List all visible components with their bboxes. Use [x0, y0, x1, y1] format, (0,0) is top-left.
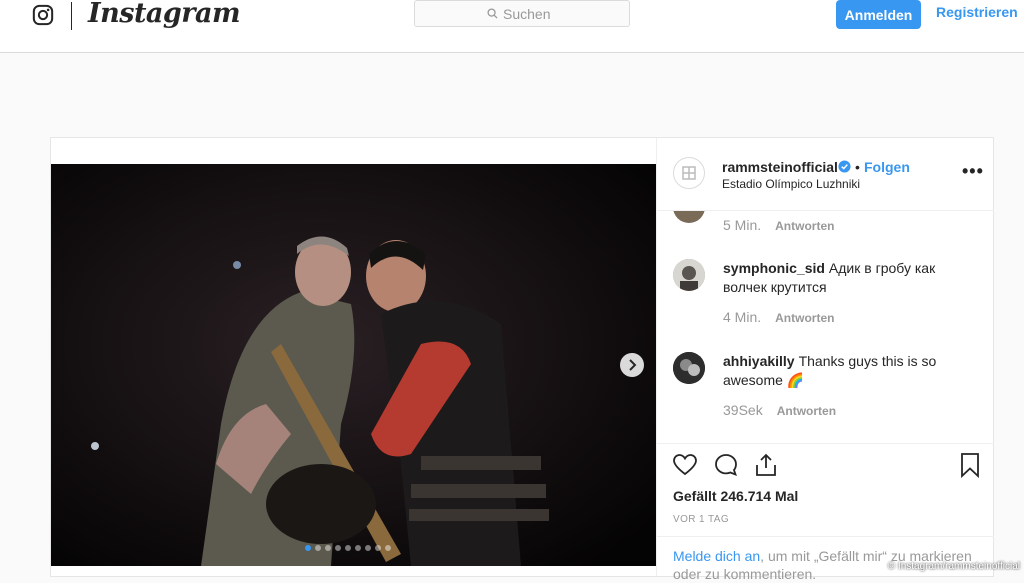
bookmark-icon[interactable]: [957, 452, 983, 478]
post-sidebar: rammsteinofficial • Folgen Estadio Olímp…: [656, 138, 994, 582]
carousel-dot: [325, 545, 331, 551]
post-location[interactable]: Estadio Olímpico Luzhniki: [722, 177, 860, 191]
login-prompt: Melde dich an, um mit „Gefällt mir“ zu m…: [657, 536, 994, 582]
comment-meta: 39Sek Antworten: [723, 402, 836, 418]
logo-divider: [71, 2, 72, 30]
comment-body: symphonic_sid Адик в гробу как волчек кру…: [723, 259, 973, 297]
rammstein-logo-icon: [682, 166, 696, 180]
carousel-next-button[interactable]: [620, 353, 644, 377]
carousel-dot: [375, 545, 381, 551]
comment-username[interactable]: symphonic_sid: [723, 260, 825, 276]
instagram-glyph-icon[interactable]: [32, 4, 54, 26]
more-options-icon[interactable]: •••: [962, 162, 984, 180]
heart-icon[interactable]: [672, 452, 698, 478]
comment-meta: 4 Min. Antworten: [723, 309, 834, 325]
comment-meta: 5 Min. Antworten: [723, 217, 834, 233]
post-username[interactable]: rammsteinofficial: [722, 159, 838, 175]
avatar-image: [673, 352, 705, 384]
reply-button[interactable]: Antworten: [775, 219, 834, 233]
search-box[interactable]: [414, 0, 630, 27]
concert-photo-illustration: [51, 164, 656, 566]
avatar[interactable]: [673, 157, 705, 189]
reply-button[interactable]: Antworten: [775, 311, 834, 325]
share-icon[interactable]: [753, 452, 779, 478]
carousel-dot: [315, 545, 321, 551]
post-timestamp[interactable]: VOR 1 TAG: [673, 514, 729, 525]
login-button[interactable]: Anmelden: [836, 0, 921, 29]
comments-list[interactable]: 5 Min. Antworten symphonic_sid Адик в гроб…: [657, 211, 994, 444]
login-link[interactable]: Melde dich an: [673, 548, 760, 564]
post-header: rammsteinofficial • Folgen Estadio Olímp…: [657, 138, 994, 211]
chevron-right-icon: [629, 359, 637, 371]
register-link[interactable]: Registrieren: [936, 4, 1018, 20]
search-icon: [487, 8, 498, 19]
verified-badge-icon: [838, 160, 851, 173]
carousel-dot: [385, 545, 391, 551]
avatar[interactable]: [673, 259, 705, 291]
avatar[interactable]: [673, 352, 705, 384]
like-count[interactable]: Gefällt 246.714 Mal: [673, 488, 798, 504]
avatar[interactable]: [673, 211, 705, 223]
follow-button[interactable]: Folgen: [864, 159, 910, 175]
separator-bullet: •: [855, 159, 860, 175]
comment-time[interactable]: 39Sek: [723, 402, 763, 418]
search-input[interactable]: [503, 4, 623, 24]
avatar-image: [673, 259, 705, 291]
carousel-indicator: [305, 545, 391, 553]
comment-time[interactable]: 4 Min.: [723, 309, 761, 325]
carousel-dot: [335, 545, 341, 551]
carousel-dot: [365, 545, 371, 551]
comment-username[interactable]: ahhiyakilly: [723, 353, 795, 369]
comment-icon[interactable]: [713, 452, 739, 478]
comment-body: ahhiyakilly Thanks guys this is so awesom…: [723, 352, 973, 390]
login-prompt-text: Melde dich an, um mit „Gefällt mir“ zu m…: [673, 547, 973, 583]
reply-button[interactable]: Antworten: [777, 404, 836, 418]
instagram-wordmark[interactable]: Instagram: [88, 0, 241, 29]
action-bar: [657, 444, 994, 484]
top-navigation-bar: Instagram Anmelden Registrieren: [0, 0, 1024, 53]
carousel-dot: [305, 545, 311, 551]
carousel-dot: [355, 545, 361, 551]
post-photo[interactable]: [51, 164, 656, 566]
carousel-dot: [345, 545, 351, 551]
comment-time[interactable]: 5 Min.: [723, 217, 761, 233]
